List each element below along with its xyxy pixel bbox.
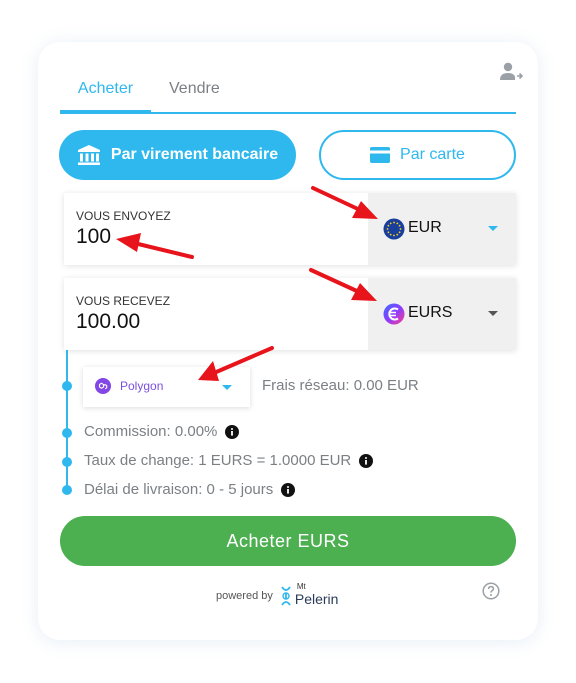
commission-text: Commission: 0.00% [84, 423, 218, 440]
powered-by-text: powered by [216, 590, 273, 602]
receive-currency-select[interactable]: EURS [368, 278, 516, 350]
bank-transfer-button[interactable]: Par virement bancaire [59, 130, 296, 180]
send-amount-row: VOUS ENVOYEZ 100 EUR [64, 193, 516, 265]
delivery-time-row: Délai de livraison: 0 - 5 jours [84, 481, 296, 498]
timeline-dot [62, 457, 72, 467]
mt-pelerin-logo: Mt Pelerin [295, 582, 343, 610]
powered-by: powered by Mt Pelerin [216, 582, 343, 610]
send-currency-code: EUR [408, 219, 442, 236]
commission-row: Commission: 0.00% [84, 423, 240, 440]
tab-sell[interactable]: Vendre [169, 78, 220, 112]
exchange-rate-text: Taux de change: 1 EURS = 1.0000 EUR [84, 452, 352, 469]
info-icon[interactable] [359, 453, 374, 468]
network-fee: Frais réseau: 0.00 EUR [262, 377, 419, 394]
card-payment-button[interactable]: Par carte [319, 130, 516, 180]
eurs-coin-icon [383, 303, 405, 325]
info-icon[interactable] [225, 424, 240, 439]
details-timeline [66, 350, 68, 490]
timeline-dot [62, 428, 72, 438]
send-amount-input[interactable]: 100 [76, 225, 111, 249]
exchange-rate-row: Taux de change: 1 EURS = 1.0000 EUR [84, 452, 374, 469]
chevron-down-icon [488, 311, 498, 316]
help-circle-icon[interactable] [482, 582, 500, 600]
mt-pelerin-logo-icon [281, 586, 291, 606]
polygon-icon [95, 378, 111, 394]
delivery-time-text: Délai de livraison: 0 - 5 jours [84, 481, 274, 498]
tab-buy[interactable]: Acheter [60, 78, 151, 114]
credit-card-icon [370, 147, 391, 163]
bank-icon [77, 145, 100, 165]
logo-pelerin: Pelerin [294, 591, 339, 607]
chevron-down-icon [488, 226, 498, 231]
send-currency-select[interactable]: EUR [368, 193, 516, 265]
send-amount-label: VOUS ENVOYEZ [76, 209, 171, 223]
info-icon[interactable] [281, 482, 296, 497]
card-payment-label: Par carte [400, 146, 465, 163]
tab-bar: Acheter Vendre [60, 78, 516, 114]
network-select[interactable]: Polygon [83, 367, 250, 407]
screen: Acheter Vendre Par virement bancaire Par… [0, 0, 576, 683]
user-settings-icon[interactable] [499, 61, 523, 83]
widget-card: Acheter Vendre Par virement bancaire Par… [38, 42, 538, 640]
timeline-dot [62, 381, 72, 391]
network-label: Polygon [120, 379, 164, 393]
receive-amount-row: VOUS RECEVEZ 100.00 EURS [64, 278, 516, 350]
timeline-dot [62, 485, 72, 495]
logo-mt: Mt [296, 582, 306, 591]
buy-submit-button[interactable]: Acheter EURS [60, 516, 516, 566]
bank-transfer-label: Par virement bancaire [110, 146, 279, 163]
eur-coin-icon [383, 218, 405, 240]
receive-currency-code: EURS [408, 304, 453, 321]
chevron-down-icon [222, 385, 232, 390]
receive-amount-label: VOUS RECEVEZ [76, 294, 171, 308]
receive-amount-value: 100.00 [76, 310, 141, 333]
